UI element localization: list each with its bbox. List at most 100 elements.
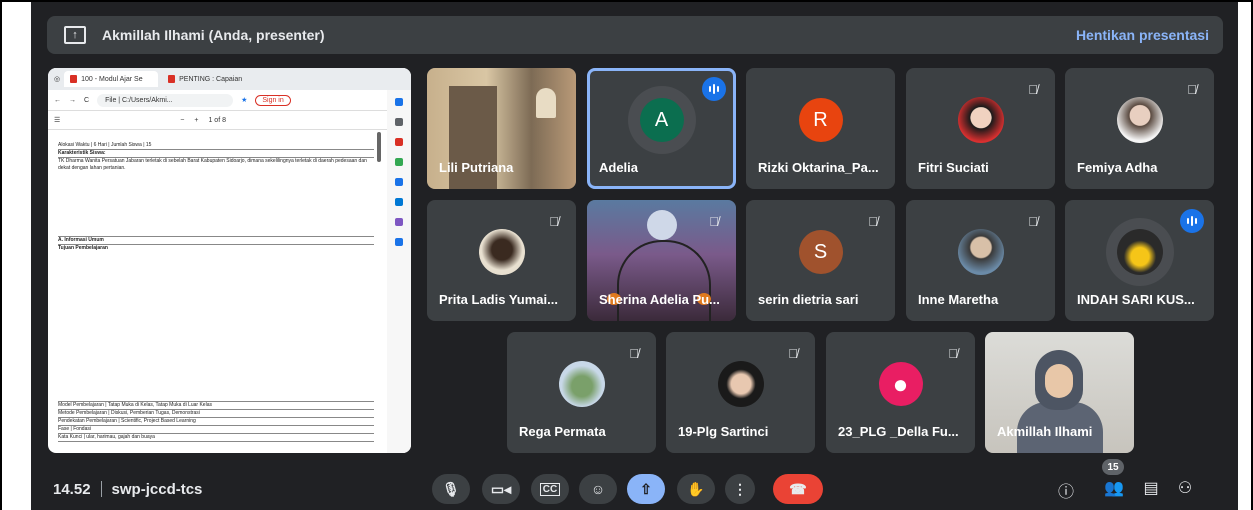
doc-line: Kata Kunci | ular, harimau, gajah dan bu… <box>58 434 374 442</box>
doc-line: Pendekatan Pembelajaran | Scientific, Pr… <box>58 418 374 426</box>
participant-tile[interactable]: R Rizki Oktarina_Pa... <box>746 68 895 189</box>
mic-off-icon: 🎙̸ <box>1187 81 1197 97</box>
participant-name: Akmillah Ilhami <box>997 424 1093 439</box>
activities-icon[interactable]: ⚇ <box>1174 478 1196 498</box>
doc-line: Metode Pembelajaran | Diskusi, Pemberian… <box>58 410 374 418</box>
more-options-button[interactable]: ⋮ <box>725 474 755 504</box>
participant-tile[interactable]: A Adelia <box>587 68 736 189</box>
stop-presenting-button[interactable]: Hentikan presentasi <box>1076 27 1209 43</box>
participant-tile[interactable]: 🎙̸ Inne Maretha <box>906 200 1055 321</box>
avatar: S <box>798 230 843 275</box>
presenting-banner: ↑ Akmillah Ilhami (Anda, presenter) Hent… <box>47 16 1223 54</box>
camera-button[interactable]: ▭◂ <box>482 474 520 504</box>
avatar <box>1116 97 1163 144</box>
participant-name: Femiya Adha <box>1077 160 1158 175</box>
participant-name: INDAH SARI KUS... <box>1077 292 1195 307</box>
star-icon: ★ <box>241 97 248 104</box>
participant-tile[interactable]: INDAH SARI KUS... <box>1065 200 1214 321</box>
participant-tile[interactable]: 🎙̸ Fitri Suciati <box>906 68 1055 189</box>
avatar <box>478 229 525 276</box>
participant-tile[interactable]: 🎙̸ 19-Plg Sartinci <box>666 332 815 453</box>
participant-name: Fitri Suciati <box>918 160 989 175</box>
page-counter: 1 of 8 <box>208 116 226 124</box>
top-divider <box>31 0 1238 2</box>
participant-name: Inne Maretha <box>918 292 999 307</box>
signin-pill: Sign in <box>255 94 291 106</box>
reload-icon: C <box>84 96 90 104</box>
participant-name: serin dietria sari <box>758 292 859 307</box>
avatar <box>558 361 605 408</box>
participant-tile[interactable]: ● 🎙̸ 23_PLG _Della Fu... <box>826 332 975 453</box>
participant-tile[interactable]: S 🎙̸ serin dietria sari <box>746 200 895 321</box>
browser-menu-icon: ◎ <box>54 76 61 83</box>
leave-call-button[interactable]: ☎ <box>773 474 823 504</box>
participant-tile[interactable]: 🎙̸ Femiya Adha <box>1065 68 1214 189</box>
present-to-all-icon: ↑ <box>64 26 86 44</box>
pdf-toolbar: ☰ − + 1 of 8 <box>48 111 411 130</box>
present-icon: ⇧ <box>640 480 652 497</box>
participant-tile[interactable]: Lili Putriana <box>427 68 576 189</box>
mic-off-icon: 🎙̸ <box>1028 81 1038 97</box>
microphone-button[interactable]: 🎙 <box>432 474 470 504</box>
camera-icon: ▭◂ <box>490 480 512 497</box>
browser-sidebar <box>387 90 411 453</box>
person-icon: ● <box>878 362 923 407</box>
participant-tile[interactable]: 🎙̸ Sherina Adelia Pu... <box>587 200 736 321</box>
participant-name: Lili Putriana <box>439 160 514 175</box>
zoom-in-icon: + <box>194 116 199 124</box>
mic-off-icon: 🎙̸ <box>948 345 958 361</box>
participant-tile[interactable]: 🎙̸ Prita Ladis Yumai... <box>427 200 576 321</box>
participant-name: Sherina Adelia Pu... <box>599 292 720 307</box>
speaking-icon <box>1180 209 1204 233</box>
microphone-icon: 🎙 <box>442 480 460 497</box>
participant-name: Rizki Oktarina_Pa... <box>758 160 879 175</box>
participant-name: Adelia <box>599 160 639 175</box>
mic-off-icon: 🎙̸ <box>868 213 878 229</box>
pdf-menu-icon: ☰ <box>54 117 61 124</box>
participant-name: 19-Plg Sartinci <box>678 424 769 439</box>
browser-tab: 100 - Modul Ajar Se <box>64 71 159 87</box>
people-icon[interactable]: 👥 <box>1103 478 1125 498</box>
back-icon: ← <box>54 96 61 104</box>
doc-line: A. Informasi Umum <box>58 237 374 245</box>
emoji-button[interactable]: ☺ <box>579 474 617 504</box>
avatar: A <box>639 98 684 143</box>
url-field: File | C:/Users/Akmi... <box>97 93 234 107</box>
chat-icon[interactable]: ▤ <box>1140 478 1162 498</box>
doc-line: Fase | Fondasi <box>58 426 374 434</box>
mic-off-icon: 🎙̸ <box>629 345 639 361</box>
participant-tile[interactable]: 🎙̸ Rega Permata <box>507 332 656 453</box>
raise-hand-button[interactable]: ✋ <box>677 474 715 504</box>
doc-line: Alokasi Waktu | 6 Hari | Jumlah Siswa | … <box>58 142 374 150</box>
participant-name: Prita Ladis Yumai... <box>439 292 558 307</box>
zoom-out-icon: − <box>180 116 185 124</box>
mic-off-icon: 🎙̸ <box>788 345 798 361</box>
meeting-code: swp-jccd-tcs <box>111 481 203 498</box>
self-view-tile[interactable]: Akmillah Ilhami <box>985 332 1134 453</box>
captions-button[interactable]: CC <box>531 474 569 504</box>
participant-name: Rega Permata <box>519 424 606 439</box>
people-count-badge: 15 <box>1102 459 1124 475</box>
info-icon[interactable]: ⓘ <box>1055 478 1077 502</box>
participant-name: 23_PLG _Della Fu... <box>838 424 959 439</box>
tab-label: 100 - Modul Ajar Se <box>81 75 143 83</box>
meeting-details: 14.52 swp-jccd-tcs <box>53 481 202 498</box>
mic-off-icon: 🎙̸ <box>709 213 719 229</box>
doc-line: Karakteristik Siswa: <box>58 150 374 158</box>
present-button[interactable]: ⇧ <box>627 474 665 504</box>
more-icon: ⋮ <box>733 480 747 497</box>
avatar <box>717 361 764 408</box>
browser-tab: PENTING : Capaian <box>162 71 257 87</box>
avatar <box>1116 229 1163 276</box>
end-call-icon: ☎ <box>789 480 807 497</box>
bottom-bar: 14.52 swp-jccd-tcs 🎙 ▭◂ CC ☺ ⇧ ✋ ⋮ ☎ ⓘ 👥 … <box>31 468 1238 510</box>
avatar: R <box>798 98 843 143</box>
avatar <box>957 229 1004 276</box>
doc-line: Tujuan Pembelajaran <box>58 245 374 402</box>
forward-icon: → <box>69 96 76 104</box>
tab-label: PENTING : Capaian <box>179 75 243 83</box>
clock-time: 14.52 <box>53 481 91 498</box>
browser-address-bar: ← → C File | C:/Users/Akmi... ★ Sign in <box>48 90 411 111</box>
pdf-scrollbar <box>377 132 381 162</box>
doc-line: Model Pembelajaran | Tatap Muka di Kelas… <box>58 402 374 410</box>
